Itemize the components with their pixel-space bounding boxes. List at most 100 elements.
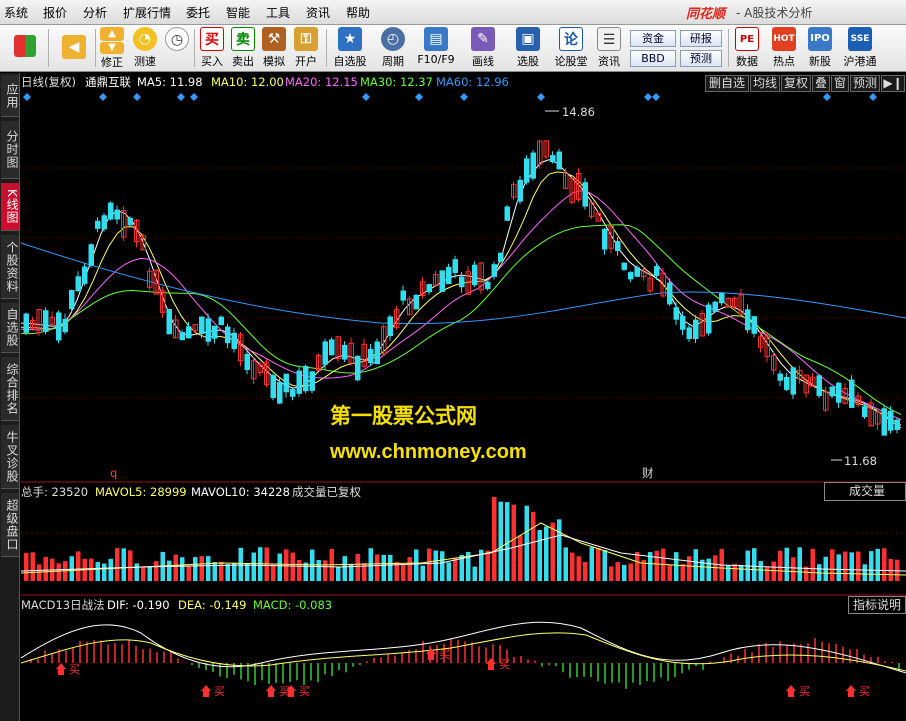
menu-trade[interactable]: 委托 [186,4,210,21]
clock-button[interactable]: ◷ [162,27,192,70]
news-button[interactable]: ☰ 资讯 [594,27,624,70]
volume-bar [427,548,432,581]
menu-news[interactable]: 资讯 [306,4,330,21]
sell-button[interactable]: 卖 卖出 [229,27,257,70]
tab-super-orderbook[interactable]: 超级盘口 [1,493,19,557]
tab-timeshare[interactable]: 分时图 [1,121,19,179]
menu-help[interactable]: 帮助 [346,4,370,21]
back-button[interactable]: ◀ [56,27,92,70]
stock-picker-button[interactable]: ▣ 选股 [508,27,548,70]
adjust-button[interactable]: 复权 [781,75,811,92]
signal-diamond [99,93,107,101]
tab-stock-info[interactable]: 个股资料 [1,235,19,299]
overlay-button[interactable]: 叠 [812,75,830,92]
open-account-button[interactable]: ⚿ 开户 [292,27,320,70]
start-button[interactable] [10,27,40,70]
menu-smart[interactable]: 智能 [226,4,250,21]
tab-app[interactable]: 应用 [1,75,19,117]
volume-indicator-select[interactable]: 成交量 [824,482,906,501]
volume-bar [628,563,633,581]
mavol10-label: MAVOL10: 34228 [191,485,290,499]
ma10-label: MA10: 12.00 [211,75,284,89]
hotspot-button[interactable]: HOT 热点 [769,27,799,70]
tab-diagnosis[interactable]: 牛叉诊股 [1,425,19,489]
buy-button[interactable]: 买 买入 [198,27,226,70]
volume-bar [147,566,152,581]
macd-name: MACD13日战法 [21,598,105,612]
signal-diamond [869,93,877,101]
menu-tools[interactable]: 工具 [266,4,290,21]
kline-chart[interactable]: 买买买买买买买买 日线(复权) 通鼎互联 MA5: 11.98 MA10: 12… [21,73,906,721]
indicator-help-button[interactable]: 指标说明 [848,596,906,614]
candle-body [485,281,491,290]
draw-line-button[interactable]: ✎ 画线 [464,27,502,70]
buy-signal-label: 买 [69,663,80,676]
candle-body [179,332,185,341]
volume-bar [674,552,679,581]
volume-note: 成交量已复权 [292,485,361,499]
candle-body [43,310,49,332]
volume-bar [485,550,490,581]
volume-bar [342,556,347,581]
fix-button[interactable]: ▲ ▼ 修正 [98,27,126,70]
windows-icon [14,35,36,57]
volume-bar [531,511,536,581]
menu-system[interactable]: 系统 [4,4,28,21]
candle-body [244,353,250,371]
macd-dif: DIF: -0.190 [107,598,170,612]
down-arrow-icon: ▼ [100,42,124,54]
candle-body [400,290,406,301]
research-button[interactable]: 研报 [680,30,722,47]
volume-bar [888,558,893,581]
ipo-button[interactable]: IPO 新股 [805,27,835,70]
candle-body [621,262,627,270]
event-marker-financial: 财 [642,466,654,480]
period-text: 日线(复权) [21,75,76,89]
simulate-button[interactable]: ⚒ 模拟 [260,27,288,70]
speedtest-button[interactable]: ◔ 测速 [130,27,160,70]
period-button[interactable]: ◴ 周期 [374,27,412,70]
window-button[interactable]: 窗 [831,75,849,92]
candle-body [296,370,302,394]
forecast-button[interactable]: 预测 [680,50,722,67]
volume-bar [128,550,133,581]
f10-button[interactable]: ▤ F10/F9 [414,27,458,70]
forecast-kline-button[interactable]: 预测 [850,75,880,92]
buy-label: 买入 [201,55,223,68]
forum-button[interactable]: 论 论股堂 [551,27,591,70]
volume-bar [368,548,373,581]
candle-body [322,341,328,365]
brand-logo: 同花顺 [686,7,726,22]
menu-analysis[interactable]: 分析 [83,4,107,21]
tab-kline[interactable]: K线图 [1,183,19,231]
volume-bar [622,564,627,581]
capital-button[interactable]: 资金 [630,30,676,47]
data-button[interactable]: PE 数据 [732,27,762,70]
candle-body [556,151,562,170]
candle-body [212,325,218,339]
candlestick-series [23,139,900,436]
low-price-label: 11.68 [844,454,877,468]
buy-icon: 买 [200,27,224,51]
tab-ranking[interactable]: 综合排名 [1,357,19,421]
expand-right-icon[interactable]: ▶❙ [881,75,905,92]
volume-bar [797,547,802,581]
candle-body [186,326,192,339]
watchlist-button[interactable]: ★ 自选股 [330,27,370,70]
candle-body [413,294,419,310]
signal-diamond [537,93,545,101]
f10-doc-icon: ▤ [424,27,448,51]
candle-body [829,386,835,397]
remove-watchlist-button[interactable]: 删自选 [705,75,749,92]
bbd-button[interactable]: BBD [630,50,676,67]
watermark-url: www.chnmoney.com [330,441,527,463]
ma-button[interactable]: 均线 [750,75,780,92]
menu-extended-quote[interactable]: 扩展行情 [123,4,171,21]
tab-watchlist[interactable]: 自选股 [1,303,19,353]
volume-bar [784,547,789,581]
ma30-label: MA30: 12.37 [360,75,433,89]
buy-arrow-icon [846,685,856,697]
hk-connect-button[interactable]: SSE 沪港通 [840,27,880,70]
menu-quote[interactable]: 报价 [43,4,67,21]
candle-body [62,318,68,333]
